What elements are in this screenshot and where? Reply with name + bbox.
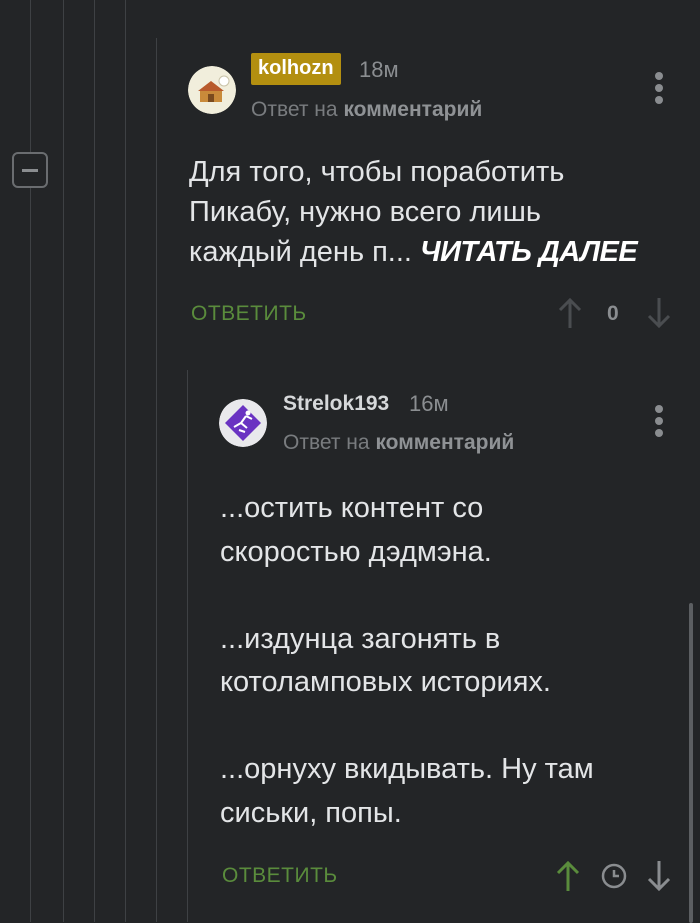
scrollbar[interactable] (689, 603, 693, 923)
reply-prefix: Ответ на (283, 431, 370, 454)
more-vertical-icon[interactable] (654, 72, 664, 104)
arrow-up-icon[interactable] (555, 859, 581, 893)
arrow-up-icon[interactable] (557, 296, 583, 330)
thread-line (94, 0, 95, 922)
rating-score: 0 (607, 302, 619, 325)
reply-button[interactable]: ОТВЕТИТЬ (222, 864, 338, 888)
comment-text-line: ...издунца загонять в (220, 622, 501, 655)
username-badge[interactable]: kolhozn (251, 53, 341, 85)
avatar[interactable] (188, 66, 236, 114)
thread-line (125, 0, 126, 922)
comment-text: ...остить контент со скоростью дэдмэна. … (220, 487, 594, 835)
more-vertical-icon[interactable] (654, 405, 664, 437)
comment-time: 18м (359, 57, 399, 82)
reply-button[interactable]: ОТВЕТИТЬ (191, 302, 307, 326)
comment-text-line: Пикабу, нужно всего лишь (189, 196, 541, 228)
comment-time: 16м (409, 391, 449, 416)
arrow-down-icon[interactable] (646, 859, 672, 893)
comment-text-line: ...орнуху вкидывать. Ну там (220, 753, 594, 785)
comment-text-line: ...остить контент со (220, 492, 484, 524)
avatar[interactable] (219, 399, 267, 447)
thread-line (30, 0, 31, 922)
comment-text: Для того, чтобы поработить Пикабу, нужно… (189, 152, 638, 272)
comment-text-line: Для того, чтобы поработить (189, 156, 565, 188)
reply-target-link[interactable]: комментарий (375, 431, 514, 454)
reply-target-link[interactable]: комментарий (343, 98, 482, 121)
comment-text-line: сиськи, попы. (220, 796, 402, 829)
arrow-down-icon[interactable] (646, 296, 672, 330)
clock-icon (601, 863, 627, 889)
comment-text-line: котоламповых историях. (220, 666, 551, 698)
reply-context[interactable]: Ответ на комментарий (283, 431, 514, 455)
reply-prefix: Ответ на (251, 98, 338, 121)
username[interactable]: Strelok193 (283, 392, 389, 416)
read-more-link[interactable]: ЧИТАТЬ ДАЛЕЕ (420, 236, 638, 268)
collapse-thread-button[interactable] (12, 152, 48, 188)
thread-line (156, 38, 157, 922)
thread-line (63, 0, 64, 922)
reply-context[interactable]: Ответ на комментарий (251, 98, 482, 122)
comment-text-line: каждый день п... (189, 236, 412, 268)
thread-line (187, 370, 188, 922)
comment-text-line: скоростью дэдмэна. (220, 535, 492, 568)
